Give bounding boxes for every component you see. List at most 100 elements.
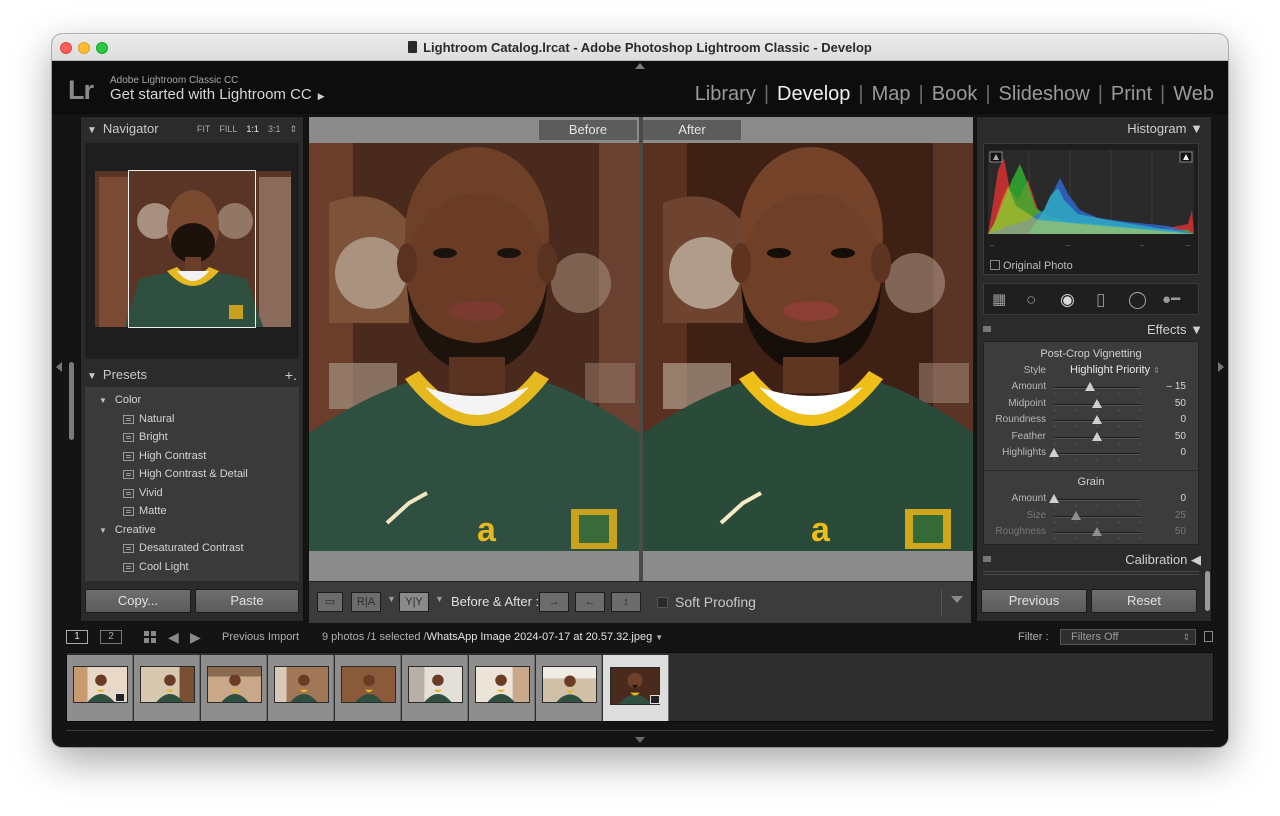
layout-dropdown-icon[interactable]: ▼ — [387, 594, 396, 604]
filmstrip-thumb[interactable] — [268, 655, 334, 721]
filmstrip-thumb[interactable] — [134, 655, 200, 721]
grid-view-icon[interactable] — [144, 631, 156, 643]
filmstrip-thumb[interactable] — [335, 655, 401, 721]
zoom-3-1[interactable]: 3:1 — [268, 124, 281, 134]
collapse-left-panel-arrow[interactable] — [56, 362, 62, 372]
preset-group-color[interactable]: ▼ Color — [85, 391, 299, 410]
swap-before-after-icon[interactable]: ↕ — [611, 592, 641, 612]
presets-header[interactable]: ▼ Presets +. — [81, 363, 303, 387]
get-started-link[interactable]: Get started with Lightroom CC ▶ — [110, 86, 325, 103]
before-after-split-icon[interactable]: Y|Y — [399, 592, 429, 612]
slider-value[interactable]: 25 — [1175, 510, 1186, 521]
main-window-button[interactable]: 1 — [66, 630, 88, 644]
zoom-1-1[interactable]: 1:1 — [246, 124, 259, 134]
adjustment-brush-icon[interactable]: ●━ — [1162, 290, 1180, 310]
slider-value[interactable]: 50 — [1175, 526, 1186, 537]
effects-header[interactable]: Effects ▼ — [977, 319, 1211, 341]
slider-highlights[interactable]: Highlights 0 — [984, 446, 1198, 462]
before-photo[interactable]: a — [309, 143, 639, 551]
module-web[interactable]: Web — [1173, 83, 1214, 105]
filmstrip-thumb[interactable] — [469, 655, 535, 721]
zoom-fit[interactable]: FIT — [197, 124, 211, 134]
slider-thumb[interactable] — [1092, 398, 1102, 408]
slider-midpoint[interactable]: Midpoint 50 — [984, 397, 1198, 413]
module-library[interactable]: Library — [695, 83, 756, 105]
preset-item[interactable]: Bright — [85, 428, 299, 447]
slider-roundness[interactable]: Roundness 0 — [984, 413, 1198, 429]
slider-amount[interactable]: Amount – 15 — [984, 380, 1198, 396]
selection-info[interactable]: 9 photos /1 selected /WhatsApp Image 202… — [322, 631, 663, 643]
collapse-filmstrip-arrow[interactable] — [635, 737, 645, 743]
calibration-enable-switch[interactable] — [983, 556, 991, 562]
reset-button[interactable]: Reset — [1091, 589, 1197, 613]
copy-button[interactable]: Copy... — [85, 589, 191, 613]
secondary-window-button[interactable]: 2 — [100, 630, 122, 644]
histogram[interactable]: – – – – Original Photo — [983, 143, 1199, 275]
slider-track[interactable] — [1054, 515, 1140, 524]
split-dropdown-icon[interactable]: ▼ — [435, 594, 444, 604]
slider-thumb[interactable] — [1085, 382, 1096, 391]
slider-amount[interactable]: Amount 0 — [984, 492, 1198, 508]
filmstrip-thumb[interactable] — [201, 655, 267, 721]
copy-before-to-after-icon[interactable]: → — [539, 592, 569, 612]
slider-thumb[interactable] — [1049, 448, 1059, 458]
slider-value[interactable]: 50 — [1175, 398, 1186, 409]
slider-value[interactable]: – 15 — [1167, 381, 1186, 392]
toolbar-content-chevron-icon[interactable] — [951, 596, 963, 603]
slider-value[interactable]: 50 — [1175, 431, 1186, 442]
slider-value[interactable]: 0 — [1180, 493, 1186, 504]
radial-filter-icon[interactable]: ◯ — [1128, 290, 1147, 310]
loupe-view-icon[interactable]: ▭ — [317, 592, 343, 612]
filmstrip-thumb[interactable] — [402, 655, 468, 721]
preset-group-creative[interactable]: ▼ Creative — [85, 521, 299, 540]
left-panel-scrollbar[interactable] — [69, 362, 74, 440]
source-label[interactable]: Previous Import — [222, 631, 299, 643]
soft-proofing-checkbox[interactable] — [657, 597, 668, 608]
forward-arrow-icon[interactable]: ▶ — [190, 629, 201, 646]
histogram-header[interactable]: Histogram ▼ — [977, 117, 1211, 141]
module-slideshow[interactable]: Slideshow — [999, 83, 1090, 105]
slider-thumb[interactable] — [1070, 510, 1081, 520]
preset-item[interactable]: Desaturated Contrast — [85, 539, 299, 558]
preset-item[interactable]: High Contrast & Detail — [85, 465, 299, 484]
module-develop[interactable]: Develop — [777, 83, 850, 105]
slider-thumb[interactable] — [1049, 494, 1059, 503]
slider-value[interactable]: 0 — [1180, 414, 1186, 425]
module-map[interactable]: Map — [872, 83, 911, 105]
red-eye-icon[interactable]: ◉ — [1060, 290, 1075, 310]
paste-button[interactable]: Paste — [195, 589, 299, 613]
calibration-header[interactable]: Calibration ◀ — [977, 549, 1211, 571]
copy-after-to-before-icon[interactable]: ← — [575, 592, 605, 612]
slider-feather[interactable]: Feather 50 — [984, 430, 1198, 446]
navigator-preview[interactable] — [85, 143, 299, 359]
filmstrip-thumb-selected[interactable] — [603, 655, 669, 721]
slider-thumb[interactable] — [1092, 431, 1102, 441]
effects-enable-switch[interactable] — [983, 326, 991, 332]
crop-overlay-icon[interactable]: ▦ — [992, 290, 1006, 310]
style-select[interactable]: Highlight Priority ⇕ — [1070, 364, 1160, 376]
filmstrip-thumb[interactable] — [536, 655, 602, 721]
preset-item[interactable]: Cool Light — [85, 558, 299, 577]
after-photo[interactable]: a — [643, 143, 973, 551]
slider-track[interactable] — [1054, 499, 1140, 507]
spot-removal-icon[interactable]: ○ — [1026, 290, 1036, 310]
add-preset-icon[interactable]: +. — [285, 363, 297, 387]
preset-item[interactable]: Vivid — [85, 484, 299, 503]
module-book[interactable]: Book — [932, 83, 978, 105]
before-after-lr-icon[interactable]: R|A — [351, 592, 381, 612]
preset-item[interactable]: Natural — [85, 410, 299, 429]
filter-lock-icon[interactable] — [1204, 631, 1213, 642]
graduated-filter-icon[interactable]: ▯ — [1096, 290, 1105, 310]
navigator-view-frame[interactable] — [128, 170, 256, 328]
previous-button[interactable]: Previous — [981, 589, 1087, 613]
original-photo-toggle[interactable]: Original Photo — [990, 260, 1073, 272]
zoom-fill[interactable]: FILL — [219, 124, 237, 134]
slider-value[interactable]: 0 — [1180, 447, 1186, 458]
back-arrow-icon[interactable]: ◀ — [168, 629, 179, 646]
original-photo-checkbox[interactable] — [990, 260, 1000, 270]
slider-track[interactable] — [1054, 453, 1140, 462]
module-print[interactable]: Print — [1111, 83, 1152, 105]
slider-size[interactable]: Size 25 — [984, 509, 1198, 525]
zoom-stepper-icon[interactable]: ⇕ — [289, 124, 297, 134]
collapse-top-panel-arrow[interactable] — [635, 63, 645, 69]
